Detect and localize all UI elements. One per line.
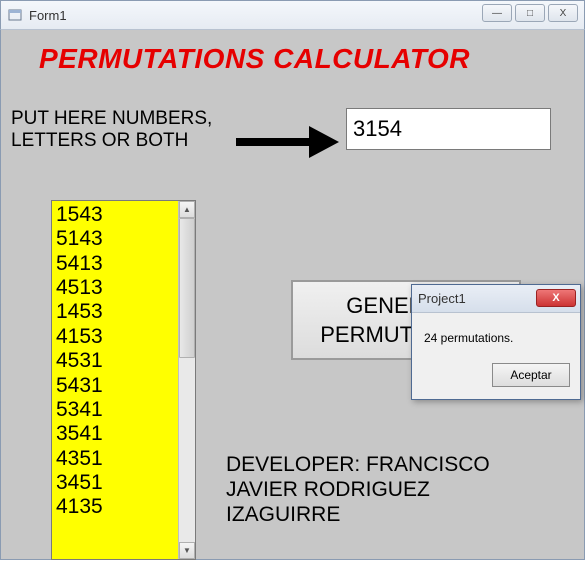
list-item[interactable]: 5413 — [56, 252, 174, 276]
page-title: PERMUTATIONS CALCULATOR — [39, 43, 576, 75]
credits-line1: DEVELOPER: FRANCISCO — [226, 453, 490, 476]
scroll-thumb[interactable] — [179, 218, 195, 358]
input-instruction-label: PUT HERE NUMBERS, LETTERS OR BOTH — [11, 108, 241, 152]
list-item[interactable]: 4135 — [56, 495, 174, 519]
minimize-button[interactable]: — — [482, 4, 512, 22]
scroll-down-button[interactable]: ▼ — [179, 542, 195, 559]
list-item[interactable]: 3451 — [56, 471, 174, 495]
label-line2: LETTERS OR BOTH — [11, 130, 188, 151]
dialog-titlebar: Project1 X — [412, 285, 580, 313]
list-item[interactable]: 3541 — [56, 422, 174, 446]
dialog-title: Project1 — [418, 291, 466, 306]
maximize-button[interactable]: □ — [515, 4, 545, 22]
arrow-icon — [231, 122, 341, 167]
window-title: Form1 — [29, 8, 67, 23]
dialog-message: 24 permutations. — [412, 313, 580, 355]
dialog-close-button[interactable]: X — [536, 289, 576, 307]
main-titlebar: Form1 — □ X — [0, 0, 585, 30]
window-controls: — □ X — [482, 4, 578, 22]
close-icon: X — [552, 292, 559, 304]
credits-line2: JAVIER RODRIGUEZ — [226, 478, 430, 501]
permutation-input[interactable] — [346, 108, 551, 150]
list-item[interactable]: 5143 — [56, 227, 174, 251]
developer-credits: DEVELOPER: FRANCISCO JAVIER RODRIGUEZ IZ… — [226, 452, 490, 528]
list-item[interactable]: 4351 — [56, 447, 174, 471]
app-icon — [7, 7, 23, 23]
list-item[interactable]: 4513 — [56, 276, 174, 300]
list-item[interactable]: 1453 — [56, 300, 174, 324]
list-item[interactable]: 5341 — [56, 398, 174, 422]
credits-line3: IZAGUIRRE — [226, 503, 340, 526]
list-item[interactable]: 1543 — [56, 203, 174, 227]
message-dialog: Project1 X 24 permutations. Aceptar — [411, 284, 581, 400]
dialog-ok-button[interactable]: Aceptar — [492, 363, 570, 387]
scroll-up-button[interactable]: ▲ — [179, 201, 195, 218]
list-item[interactable]: 5431 — [56, 374, 174, 398]
list-item[interactable]: 4153 — [56, 325, 174, 349]
label-line1: PUT HERE NUMBERS, — [11, 108, 212, 129]
close-button[interactable]: X — [548, 4, 578, 22]
form-body: PERMUTATIONS CALCULATOR PUT HERE NUMBERS… — [0, 30, 585, 560]
list-item[interactable]: 4531 — [56, 349, 174, 373]
listbox-scrollbar[interactable]: ▲ ▼ — [178, 201, 195, 559]
dialog-button-row: Aceptar — [412, 355, 580, 399]
results-listbox[interactable]: 1543514354134513145341534531543153413541… — [51, 200, 196, 560]
